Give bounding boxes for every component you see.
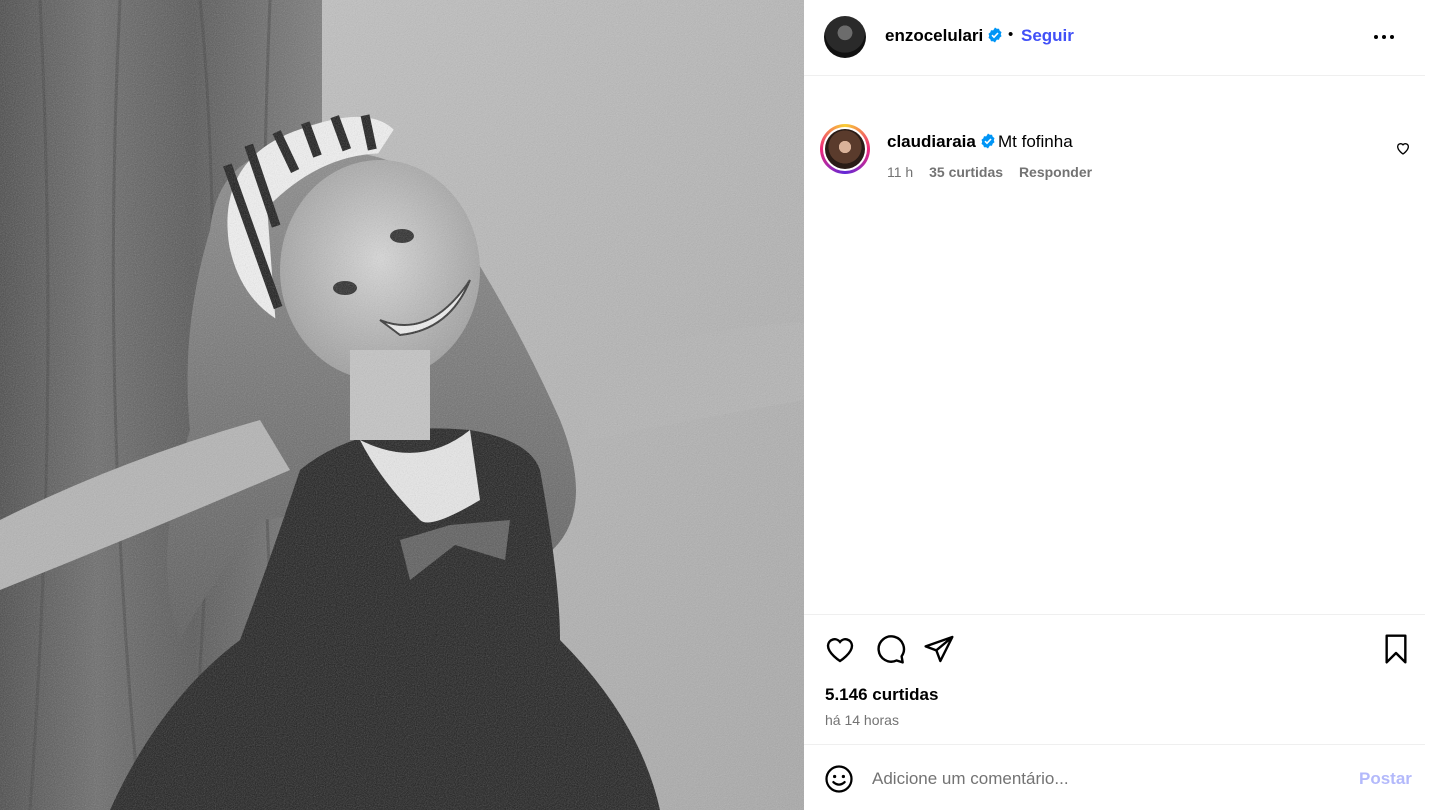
post-button[interactable]: Postar bbox=[1359, 769, 1412, 789]
author-avatar[interactable] bbox=[824, 16, 866, 58]
post-photo[interactable] bbox=[0, 0, 804, 810]
like-heart-icon[interactable] bbox=[824, 633, 856, 665]
commenter-avatar[interactable] bbox=[820, 124, 870, 174]
author-username-wrap[interactable]: enzocelulari bbox=[885, 26, 1003, 46]
comment-input[interactable] bbox=[872, 765, 1332, 793]
emoji-icon[interactable] bbox=[824, 764, 854, 794]
post-header: enzocelulari • Seguir bbox=[804, 0, 1425, 76]
likes-count[interactable]: 5.146 curtidas bbox=[825, 685, 938, 705]
commenter-username[interactable]: claudiaraia bbox=[887, 132, 976, 151]
comment-text: Mt fofinha bbox=[998, 132, 1073, 151]
reply-button[interactable]: Responder bbox=[1019, 164, 1092, 180]
commenter-username-wrap[interactable]: claudiaraia bbox=[887, 132, 996, 152]
comment-meta: 11 h 35 curtidas Responder bbox=[887, 164, 1104, 180]
separator-dot: • bbox=[1008, 26, 1014, 43]
comment-time[interactable]: 11 h bbox=[887, 164, 913, 180]
verified-badge-icon bbox=[981, 133, 995, 149]
post-details-panel: enzocelulari • Seguir claudiaraia Mt fof… bbox=[804, 0, 1438, 810]
comment-bubble-icon[interactable] bbox=[874, 633, 906, 665]
comment-item: claudiaraia Mt fofinha 11 h 35 curtidas … bbox=[804, 120, 1425, 190]
comment-like-heart-icon[interactable] bbox=[1395, 140, 1411, 156]
more-options-icon[interactable] bbox=[1372, 28, 1396, 46]
share-send-icon[interactable] bbox=[923, 633, 955, 665]
follow-button[interactable]: Seguir bbox=[1021, 26, 1074, 46]
save-bookmark-icon[interactable] bbox=[1380, 633, 1412, 665]
verified-badge-icon bbox=[988, 27, 1002, 43]
post-timestamp[interactable]: há 14 horas bbox=[825, 712, 899, 728]
post-actions: 5.146 curtidas há 14 horas bbox=[804, 614, 1425, 744]
comment-composer: Postar bbox=[804, 744, 1425, 810]
author-username[interactable]: enzocelulari bbox=[885, 26, 983, 45]
panel-edge bbox=[1425, 0, 1438, 810]
comment-likes[interactable]: 35 curtidas bbox=[929, 164, 1003, 180]
post-photo-image bbox=[0, 0, 804, 810]
